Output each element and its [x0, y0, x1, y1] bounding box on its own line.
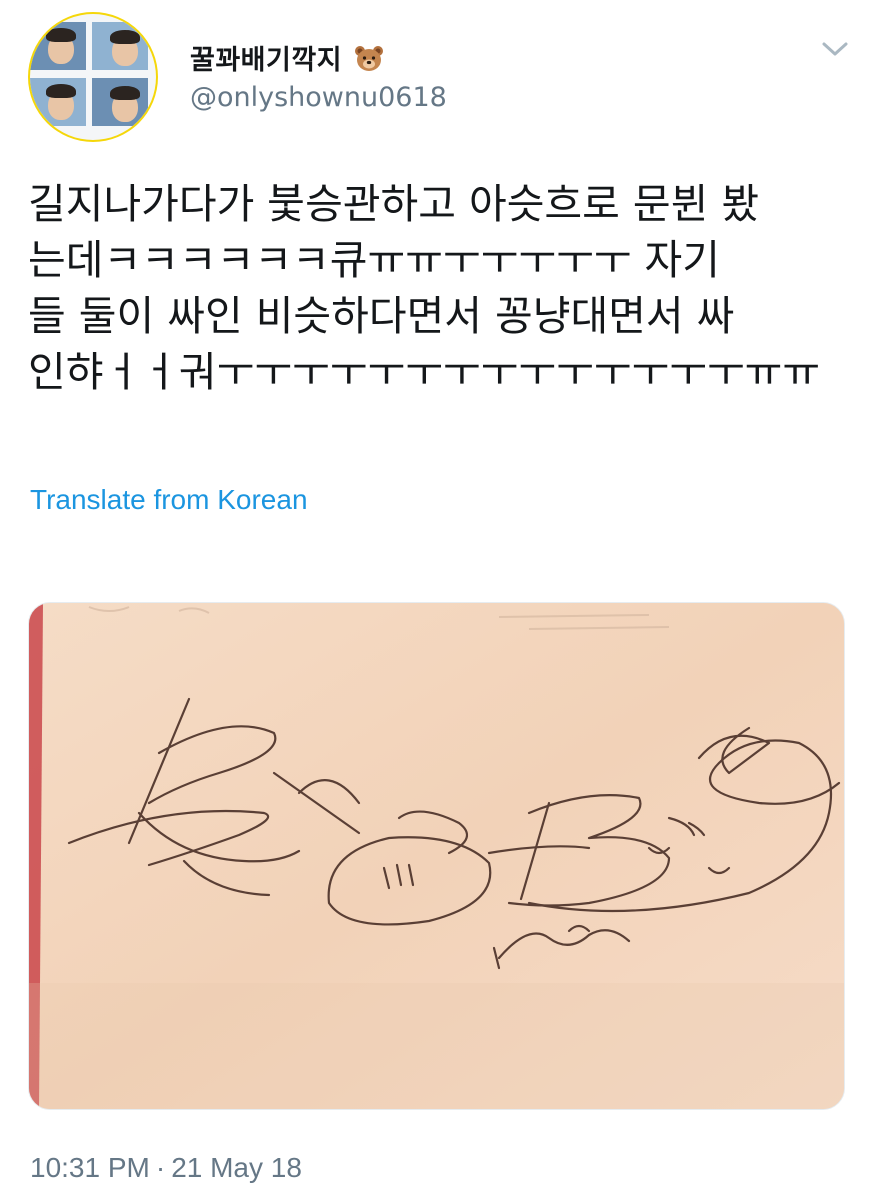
chevron-down-icon [822, 42, 848, 56]
author-display-name[interactable]: 꿀꽈배기깍지 [190, 38, 384, 79]
bear-face-icon [354, 44, 384, 79]
tweet-menu-button[interactable] [820, 38, 850, 60]
tweet-date: 21 May 18 [171, 1152, 302, 1183]
autograph-paper-image [29, 603, 844, 1109]
tweet-photo[interactable] [28, 602, 845, 1110]
avatar-photo-collage [30, 14, 156, 140]
tweet-timestamp[interactable]: 10:31 PM · 21 May 18 [30, 1152, 302, 1184]
timestamp-separator: · [155, 1152, 166, 1183]
tweet-time: 10:31 PM [30, 1152, 150, 1183]
tweet-text: 길지나가다가 붗승관하고 아슷흐로 문뷘 봤 는데ㅋㅋㅋㅋㅋㅋ큐ㅠㅠㅜㅜㅜㅜㅜ … [28, 180, 821, 396]
author-avatar[interactable] [28, 12, 158, 142]
display-name-text: 꿀꽈배기깍지 [190, 45, 343, 76]
author-handle[interactable]: @onlyshownu0618 [190, 82, 447, 113]
translate-link[interactable]: Translate from Korean [30, 484, 308, 516]
